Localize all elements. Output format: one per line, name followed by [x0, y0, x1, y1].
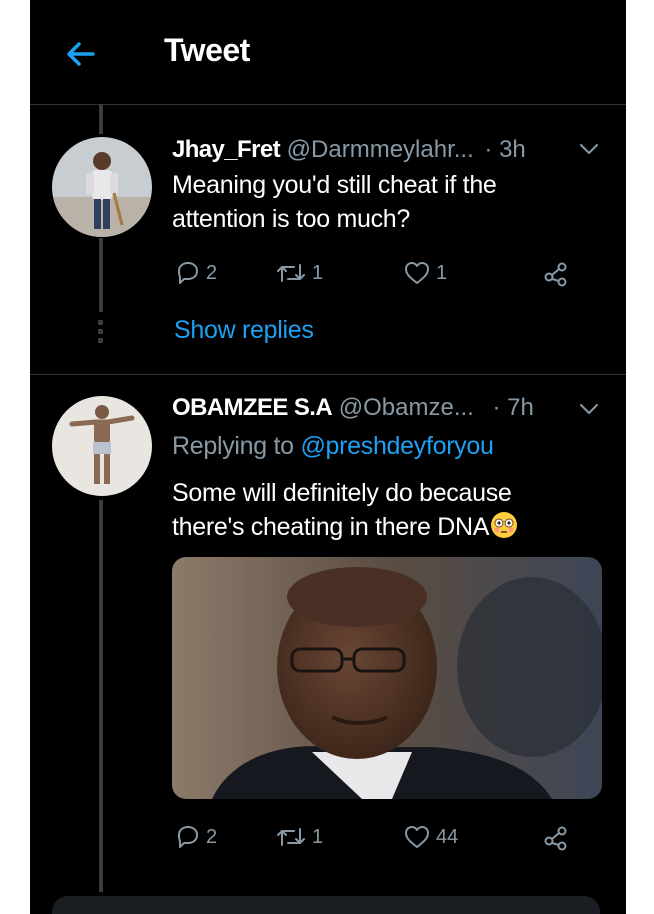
divider	[30, 374, 626, 375]
tweet-image[interactable]	[172, 557, 602, 799]
thread-line-top	[99, 104, 103, 134]
twitter-screen: Tweet Jhay_Fret @Darmmeylahr... · 3h Mea…	[30, 0, 626, 914]
thread-line-bottom	[99, 500, 103, 892]
heart-icon	[405, 262, 429, 284]
like-button[interactable]: 44	[402, 822, 458, 852]
tweet-text-segment: there's cheating in there DNA	[172, 513, 490, 541]
show-replies-link[interactable]: Show replies	[174, 316, 314, 345]
retweet-count: 1	[312, 825, 324, 848]
reply-count: 2	[206, 261, 218, 284]
chevron-down-icon[interactable]	[578, 402, 600, 416]
tweet-actions: 2 1 1	[174, 258, 594, 288]
share-button[interactable]	[542, 258, 574, 288]
tweet-actions: 2 1 44	[174, 822, 594, 852]
avatar-jhay-fret[interactable]	[52, 137, 152, 237]
like-count: 44	[436, 825, 459, 848]
reply-icon	[178, 262, 198, 284]
like-button[interactable]: 1	[402, 258, 447, 288]
retweet-count: 1	[312, 261, 324, 284]
page-title: Tweet	[164, 32, 250, 68]
thread-line-mid	[99, 238, 103, 312]
top-bar: Tweet	[30, 0, 626, 105]
display-name[interactable]: OBAMZEE S.A	[172, 394, 333, 421]
tweet-header: OBAMZEE S.A @Obamze... · 7h	[172, 394, 534, 422]
replying-to-handle[interactable]: @preshdeyforyou	[300, 432, 494, 460]
tweet-time: · 7h	[492, 394, 534, 421]
chevron-down-icon[interactable]	[578, 142, 600, 156]
tweet-text-line: Some will definitely do because	[172, 479, 512, 507]
reply-count: 2	[206, 825, 218, 848]
reply-composer[interactable]	[52, 896, 600, 914]
replying-to: Replying to @preshdeyforyou	[172, 432, 494, 461]
retweet-button[interactable]: 1	[274, 822, 323, 852]
display-name[interactable]: Jhay_Fret	[172, 136, 281, 163]
tweet-text: Some will definitely do because there's …	[172, 476, 519, 544]
reply-button[interactable]: 2	[174, 258, 217, 288]
tweet-text-line: attention is too much?	[172, 205, 410, 233]
reply-button[interactable]: 2	[174, 822, 217, 852]
user-handle[interactable]: @Darmmeylahr...	[287, 136, 474, 163]
tweet-header: Jhay_Fret @Darmmeylahr... · 3h	[172, 136, 526, 164]
tweet-text: Meaning you'd still cheat if the attenti…	[172, 168, 497, 236]
like-count: 1	[436, 261, 448, 284]
share-icon	[544, 262, 567, 287]
tweet-text-line: there's cheating in there DNA	[172, 510, 519, 544]
user-handle[interactable]: @Obamze...	[339, 394, 474, 421]
replying-to-label: Replying to	[172, 432, 294, 460]
share-icon	[544, 826, 567, 851]
heart-icon	[405, 826, 429, 848]
tweet-time: · 3h	[484, 136, 526, 163]
retweet-button[interactable]: 1	[274, 258, 323, 288]
flushed-face-emoji-icon	[491, 512, 518, 538]
retweet-icon	[277, 828, 305, 846]
avatar-obamzee[interactable]	[52, 396, 152, 496]
reply-icon	[178, 826, 198, 848]
retweet-icon	[277, 264, 305, 282]
share-button[interactable]	[542, 822, 574, 852]
thread-dots	[98, 320, 104, 347]
back-arrow-icon[interactable]	[63, 36, 99, 72]
tweet-text-line: Meaning you'd still cheat if the	[172, 171, 497, 199]
